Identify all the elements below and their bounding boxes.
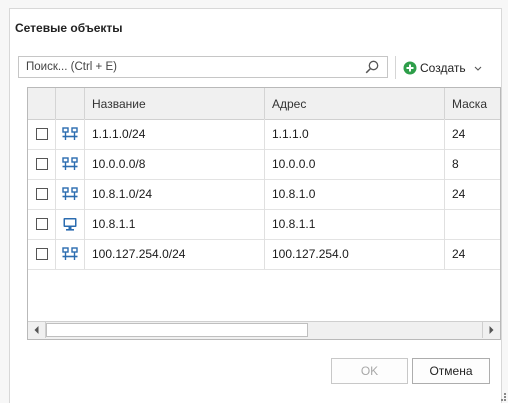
row-mask: 24 <box>452 127 466 141</box>
window-frame-left <box>0 8 10 403</box>
row-checkbox[interactable] <box>35 158 48 170</box>
cancel-button[interactable]: Отмена <box>412 358 490 384</box>
arrow-left-icon <box>34 326 39 334</box>
row-address: 10.8.1.0 <box>265 179 445 209</box>
header-address[interactable]: Адрес <box>265 88 445 119</box>
ok-button[interactable]: OK <box>331 358 408 384</box>
resize-grip-icon[interactable] <box>498 393 506 401</box>
header-icon-column[interactable] <box>56 88 85 119</box>
row-address: 10.8.1.1 <box>265 209 445 239</box>
window-frame-top <box>0 0 508 9</box>
network-icon <box>62 187 78 200</box>
create-button-label: Создать <box>420 61 466 75</box>
table-row[interactable]: 10.8.1.0/24 10.8.1.0 24 <box>28 179 500 210</box>
network-objects-table: Название Адрес Маска 1.1.1.0/24 1.1.1.0 … <box>27 87 501 340</box>
search-icon[interactable] <box>365 60 379 74</box>
row-mask: 24 <box>452 247 466 261</box>
table-row[interactable]: 1.1.1.0/24 1.1.1.0 24 <box>28 119 500 150</box>
row-checkbox[interactable] <box>35 128 48 140</box>
scroll-right-button[interactable] <box>482 322 500 338</box>
header-check-column[interactable] <box>28 88 56 119</box>
row-checkbox[interactable] <box>35 188 48 200</box>
row-name: 100.127.254.0/24 <box>85 239 265 269</box>
horizontal-scrollbar[interactable] <box>28 321 500 339</box>
table-row[interactable]: 10.0.0.0/8 10.0.0.0 8 <box>28 149 500 180</box>
row-checkbox[interactable] <box>35 248 48 260</box>
scroll-left-button[interactable] <box>28 322 46 338</box>
row-name: 10.8.1.0/24 <box>85 179 265 209</box>
row-mask <box>445 209 500 239</box>
scroll-thumb[interactable] <box>46 323 308 337</box>
table-row[interactable]: 10.8.1.1 10.8.1.1 <box>28 209 500 240</box>
search-input[interactable] <box>19 57 356 77</box>
dialog-title: Сетевые объекты <box>15 21 123 35</box>
header-mask[interactable]: Маска <box>445 88 500 119</box>
chevron-down-icon[interactable] <box>474 66 482 71</box>
row-address: 10.0.0.0 <box>265 149 445 179</box>
row-address: 1.1.1.0 <box>265 119 445 149</box>
network-icon <box>62 127 78 140</box>
network-icon <box>62 157 78 170</box>
search-box[interactable] <box>18 56 388 78</box>
arrow-right-icon <box>489 326 494 334</box>
monitor-icon <box>63 218 77 231</box>
row-address: 100.127.254.0 <box>265 239 445 269</box>
row-checkbox[interactable] <box>35 218 48 230</box>
plus-circle-icon <box>403 61 417 75</box>
row-name: 10.8.1.1 <box>85 209 265 239</box>
row-mask: 24 <box>452 187 466 201</box>
table-header: Название Адрес Маска <box>28 88 500 120</box>
create-button[interactable]: Создать <box>403 58 482 78</box>
row-name: 10.0.0.0/8 <box>85 149 265 179</box>
window-frame-right <box>501 8 508 403</box>
row-mask: 8 <box>452 157 459 171</box>
table-row[interactable]: 100.127.254.0/24 100.127.254.0 24 <box>28 239 500 270</box>
network-icon <box>62 247 78 260</box>
row-name: 1.1.1.0/24 <box>85 119 265 149</box>
header-name[interactable]: Название <box>85 88 265 119</box>
toolbar-separator <box>395 56 396 79</box>
